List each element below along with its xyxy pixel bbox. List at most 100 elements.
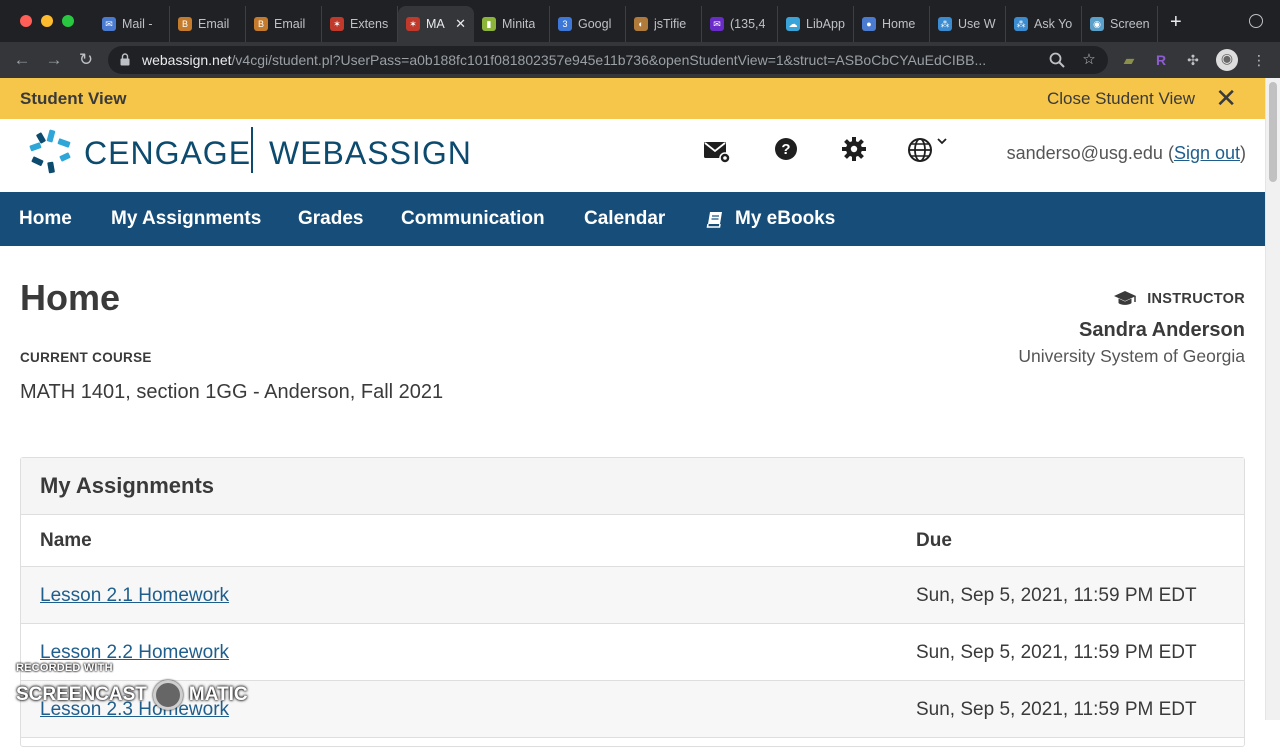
nav-communication[interactable]: Communication <box>401 208 545 230</box>
nav-my-ebooks-label: My eBooks <box>735 208 836 229</box>
assignment-due-date: Sun, Sep 5, 2021, 11:59 PM EDT <box>916 642 1197 663</box>
browser-tab[interactable]: ⁂ Use W <box>930 6 1006 42</box>
watermark-recorded-with: RECORDED WITH <box>16 662 113 674</box>
browser-tab[interactable]: ☁ LibApp <box>778 6 854 42</box>
tab-close-icon[interactable]: ✕ <box>455 16 466 32</box>
window-close-button[interactable] <box>20 15 32 27</box>
close-icon[interactable]: ✕ <box>1215 84 1237 112</box>
zoom-icon[interactable] <box>1048 51 1066 69</box>
table-row: Lesson 2.1 Homework Sun, Sep 5, 2021, 11… <box>21 567 1244 624</box>
new-tab-icon[interactable]: + <box>1170 12 1182 32</box>
window-maximize-button[interactable] <box>62 15 74 27</box>
browser-tab[interactable]: B Email <box>246 6 322 42</box>
screencast-logo-icon <box>152 680 183 710</box>
column-header-name: Name <box>40 530 92 551</box>
nav-calendar[interactable]: Calendar <box>584 208 665 230</box>
tab-label: Home <box>882 17 916 31</box>
page-scrollbar[interactable] <box>1265 78 1280 720</box>
tab-favicon-icon: ◐ <box>634 17 648 31</box>
tab-label: Minita <box>502 17 536 31</box>
profile-avatar[interactable]: ◉ <box>1216 49 1238 71</box>
tab-favicon-icon: ⁂ <box>1014 17 1028 31</box>
user-account: sanderso@usg.edu (Sign out) <box>1006 143 1246 163</box>
lock-icon <box>120 53 130 66</box>
tab-label: Ask Yo <box>1034 17 1073 31</box>
tab-favicon-icon: ● <box>862 17 876 31</box>
browser-tabs: ✉ Mail - B Email B Email ✶ Extens ✶ MA ✕ ▮ Minita 3 Go… <box>94 6 1158 42</box>
browser-tab[interactable]: ✉ (135,4 <box>702 6 778 42</box>
sign-out-link[interactable]: Sign out <box>1174 143 1240 163</box>
site-header: CENGAGE WEBASSIGN ? sanderso@usg.edu (Si… <box>0 119 1265 192</box>
watermark-right-text: MATIC <box>188 684 248 705</box>
tab-label: Googl <box>578 17 612 31</box>
tab-favicon-icon: B <box>178 17 192 31</box>
browser-tab[interactable]: ● Home <box>854 6 930 42</box>
nav-grades[interactable]: Grades <box>298 208 363 230</box>
brand-divider <box>251 127 253 173</box>
tab-label: jsTifie <box>654 17 687 31</box>
extensions-puzzle-icon[interactable]: ✣ <box>1184 51 1202 69</box>
tab-label: Screen <box>1110 17 1150 31</box>
tab-search-icon[interactable] <box>1249 14 1263 28</box>
extension-r-icon[interactable]: R <box>1152 51 1170 69</box>
assignment-link[interactable]: Lesson 2.2 Homework <box>40 642 229 664</box>
tab-favicon-icon: ☁ <box>786 17 800 31</box>
back-arrow-icon[interactable]: ← <box>10 48 34 72</box>
instructor-school: University System of Georgia <box>1018 346 1245 366</box>
browser-menu-icon[interactable]: ⋮ <box>1250 51 1268 69</box>
assignment-due-date: Sun, Sep 5, 2021, 11:59 PM EDT <box>916 585 1197 606</box>
tab-label: Extens <box>350 17 389 31</box>
help-icon[interactable]: ? <box>773 137 801 165</box>
watermark-left-text: SCREENCAST <box>16 684 147 705</box>
cengage-logo-icon[interactable] <box>26 128 74 176</box>
user-email: sanderso@usg.edu <box>1006 143 1163 163</box>
column-header-due: Due <box>916 530 952 551</box>
instructor-name: Sandra Anderson <box>1079 319 1245 341</box>
url-text: webassign.net/v4cgi/student.pl?UserPass=… <box>142 52 987 68</box>
instructor-label: INSTRUCTOR <box>1113 290 1245 308</box>
brand-cengage: CENGAGE <box>84 135 252 171</box>
browser-tab[interactable]: ✶ MA ✕ <box>398 6 474 42</box>
tab-favicon-icon: ✉ <box>102 17 116 31</box>
graduation-cap-icon <box>1114 291 1137 305</box>
nav-home[interactable]: Home <box>19 208 72 230</box>
current-course-name: MATH 1401, section 1GG - Anderson, Fall … <box>20 381 444 403</box>
assignment-due-date: Sun, Sep 5, 2021, 11:59 PM EDT <box>916 699 1197 720</box>
brand-webassign: WEBASSIGN <box>269 135 472 171</box>
browser-tab[interactable]: 3 Googl <box>550 6 626 42</box>
tab-favicon-icon: ◉ <box>1090 17 1104 31</box>
tab-favicon-icon: ✶ <box>406 17 420 31</box>
nav-my-ebooks[interactable]: My eBooks <box>705 208 835 230</box>
tab-label: Mail - <box>122 17 153 31</box>
bookmark-star-icon[interactable]: ☆ <box>1080 51 1098 69</box>
scrollbar-thumb[interactable] <box>1269 82 1277 182</box>
browser-tab[interactable]: ⁂ Ask Yo <box>1006 6 1082 42</box>
tab-label: LibApp <box>806 17 845 31</box>
instructor-label-text: INSTRUCTOR <box>1147 291 1245 307</box>
browser-tab[interactable]: ◐ jsTifie <box>626 6 702 42</box>
student-view-banner: Student View Close Student View ✕ <box>0 78 1265 119</box>
reload-icon[interactable]: ↻ <box>74 48 98 72</box>
browser-tab[interactable]: ◉ Screen <box>1082 6 1158 42</box>
browser-tab[interactable]: ▮ Minita <box>474 6 550 42</box>
forward-arrow-icon[interactable]: → <box>42 48 66 72</box>
gear-icon[interactable] <box>841 137 869 165</box>
address-bar[interactable]: webassign.net/v4cgi/student.pl?UserPass=… <box>108 46 1108 74</box>
tab-label: (135,4 <box>730 17 766 31</box>
table-row: Lesson 2.2 Homework Sun, Sep 5, 2021, 11… <box>21 624 1244 681</box>
message-settings-icon[interactable] <box>703 137 731 165</box>
nav-my-assignments[interactable]: My Assignments <box>111 208 261 230</box>
browser-tab[interactable]: B Email <box>170 6 246 42</box>
browser-tab[interactable]: ✶ Extens <box>322 6 398 42</box>
window-minimize-button[interactable] <box>41 15 53 27</box>
close-student-view-link[interactable]: Close Student View <box>1047 89 1195 109</box>
browser-toolbar: ← → ↻ webassign.net/v4cgi/student.pl?Use… <box>0 42 1280 78</box>
browser-tab[interactable]: ✉ Mail - <box>94 6 170 42</box>
extension-icon[interactable]: ▰ <box>1120 51 1138 69</box>
assignment-link[interactable]: Lesson 2.1 Homework <box>40 585 229 607</box>
globe-language-icon[interactable] <box>907 137 953 165</box>
book-icon <box>706 212 722 228</box>
tab-favicon-icon: B <box>254 17 268 31</box>
tab-label: Email <box>274 17 306 31</box>
assignments-table-header: Name Due <box>21 515 1244 567</box>
